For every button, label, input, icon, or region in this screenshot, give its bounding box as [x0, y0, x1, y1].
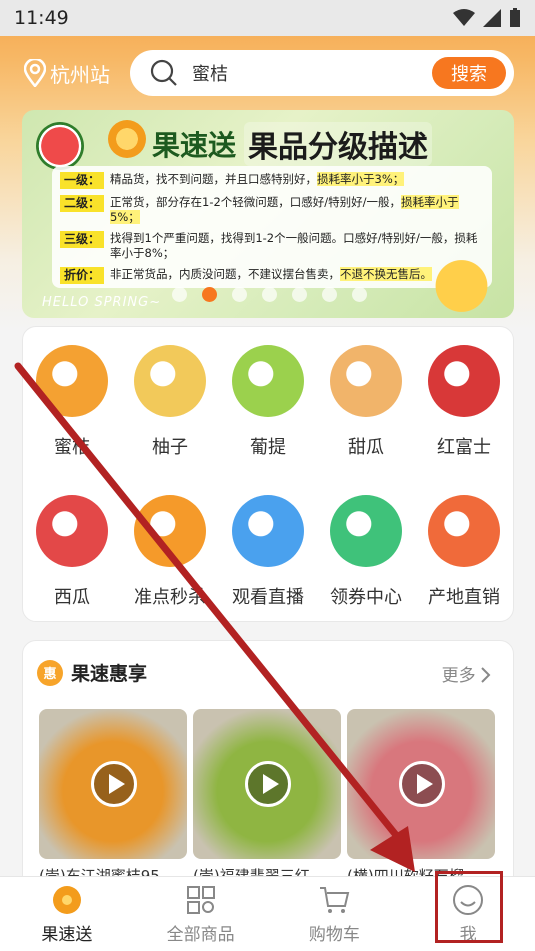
category-mandarin[interactable]: 蜜桔 [23, 345, 121, 459]
city-label: 杭州站 [50, 62, 110, 87]
status-icons [453, 8, 521, 28]
play-icon [91, 761, 137, 807]
tab-label: 购物车 [308, 924, 360, 945]
category-flash-sale[interactable]: 准点秒杀 [121, 495, 219, 609]
play-icon [245, 761, 291, 807]
grade-row: 一级： 精品货，找不到问题，并且口感特别好，损耗率小于3%； [60, 172, 484, 189]
grade-tag: 三级： [60, 231, 105, 248]
wifi-icon [453, 9, 475, 26]
category-coupon[interactable]: 领券中心 [317, 495, 415, 609]
watermelon-icon [36, 495, 108, 567]
category-label: 准点秒杀 [134, 587, 206, 608]
category-label: 葡提 [250, 437, 286, 458]
banner-footer-text: HELLO SPRING~ [42, 295, 162, 310]
category-label: 蜜桔 [54, 437, 90, 458]
search-icon [150, 59, 177, 86]
grade-text: 正常货，部分存在1-2个轻微问题，口感好/特别好/一般，损耗率小于5%； [110, 195, 459, 224]
play-icon [399, 761, 445, 807]
carousel-dot[interactable] [322, 287, 337, 302]
status-time: 11:49 [14, 7, 69, 29]
promo-badge-icon: 惠 [37, 659, 63, 686]
grade-text: 非正常货品，内质没问题，不建议摆台售卖，不退不换无售后。 [110, 267, 433, 281]
search-input[interactable]: 蜜桔 [192, 60, 432, 86]
orange-logo-icon [52, 885, 81, 914]
carousel-dots [172, 287, 367, 302]
carousel-dot[interactable] [232, 287, 247, 302]
status-bar: 11:49 [0, 0, 535, 36]
search-bar[interactable]: 蜜桔 搜索 [130, 50, 514, 96]
chevron-right-icon [481, 667, 491, 683]
promo-video-thumb[interactable] [193, 709, 341, 859]
signal-icon [483, 9, 501, 27]
promo-section: 惠 果速惠享 更多 (崇)东江湖蜜桔95 (崇)福建翡翠三红 (横)四川软籽石榴 [22, 640, 514, 890]
grade-tag: 一级： [60, 172, 105, 189]
carousel-dot[interactable] [172, 287, 187, 302]
grade-row: 三级： 找得到1个严重问题，找得到1-2个一般问题。口感好/特别好/一般，损耗率… [60, 231, 484, 261]
grape-icon [232, 345, 304, 417]
battery-icon [510, 8, 520, 27]
category-label: 红富士 [437, 437, 491, 458]
search-button[interactable]: 搜索 [432, 57, 506, 89]
grade-text: 精品货，找不到问题，并且口感特别好，损耗率小于3%； [110, 172, 405, 186]
carousel-dot[interactable] [202, 287, 217, 302]
tab-label: 全部商品 [166, 924, 235, 945]
promo-header: 惠 果速惠享 [37, 659, 147, 686]
promo-video-thumb[interactable] [347, 709, 495, 859]
brand-logo-icon [108, 120, 146, 158]
promo-title: 果速惠享 [71, 663, 148, 685]
annotation-highlight-box [435, 871, 503, 943]
tab-label: 果速送 [41, 924, 93, 945]
category-apple[interactable]: 红富士 [415, 345, 513, 459]
category-grid: 蜜桔 柚子 葡提 甜瓜 红富士西瓜 准点秒杀 观看直播 领券中心 产地直销 [22, 326, 514, 622]
tab-all-products[interactable]: 全部商品 [134, 877, 268, 951]
watermelon-image [36, 122, 84, 170]
category-watermelon[interactable]: 西瓜 [23, 495, 121, 609]
category-truck[interactable]: 产地直销 [415, 495, 513, 609]
location-selector[interactable]: 杭州站 [24, 58, 110, 88]
melon-icon [330, 345, 402, 417]
apple-icon [428, 345, 500, 417]
category-live-stream[interactable]: 观看直播 [219, 495, 317, 609]
banner-title-row: 果速送 果品分级描述 [152, 122, 433, 166]
grade-tag: 折价： [60, 267, 105, 284]
banner-brand: 果速送 [152, 129, 237, 162]
mandarin-icon [36, 345, 108, 417]
promo-video-thumb[interactable] [39, 709, 187, 859]
category-label: 产地直销 [428, 587, 500, 608]
cart-icon [320, 886, 350, 913]
pomelo-icon [134, 345, 206, 417]
grade-row: 折价： 非正常货品，内质没问题，不建议摆台售卖，不退不换无售后。 [60, 267, 484, 284]
tab-cart[interactable]: 购物车 [268, 877, 402, 951]
category-pomelo[interactable]: 柚子 [121, 345, 219, 459]
grade-text: 找得到1个严重问题，找得到1-2个一般问题。口感好/特别好/一般，损耗率小于8%… [110, 231, 478, 260]
pineapple-image [430, 244, 500, 314]
category-grape[interactable]: 葡提 [219, 345, 317, 459]
more-link[interactable]: 更多 [442, 661, 491, 686]
carousel-dot[interactable] [352, 287, 367, 302]
grade-tag: 二级： [60, 195, 105, 212]
grading-banner[interactable]: 果速送 果品分级描述 一级： 精品货，找不到问题，并且口感特别好，损耗率小于3%… [22, 110, 514, 318]
carousel-dot[interactable] [292, 287, 307, 302]
tab-home[interactable]: 果速送 [0, 877, 134, 951]
live-stream-icon [232, 495, 304, 567]
carousel-dot[interactable] [262, 287, 277, 302]
location-pin-icon [24, 59, 46, 87]
category-label: 领券中心 [330, 587, 402, 608]
grid-icon [186, 885, 215, 914]
category-label: 西瓜 [54, 587, 90, 608]
coupon-icon [330, 495, 402, 567]
category-label: 观看直播 [232, 587, 304, 608]
truck-icon [428, 495, 500, 567]
banner-heading: 果品分级描述 [244, 122, 433, 166]
grade-row: 二级： 正常货，部分存在1-2个轻微问题，口感好/特别好/一般，损耗率小于5%； [60, 195, 484, 225]
category-label: 甜瓜 [348, 437, 384, 458]
flash-sale-icon [134, 495, 206, 567]
category-label: 柚子 [152, 437, 188, 458]
category-melon[interactable]: 甜瓜 [317, 345, 415, 459]
grade-panel: 一级： 精品货，找不到问题，并且口感特别好，损耗率小于3%； 二级： 正常货，部… [52, 166, 492, 288]
